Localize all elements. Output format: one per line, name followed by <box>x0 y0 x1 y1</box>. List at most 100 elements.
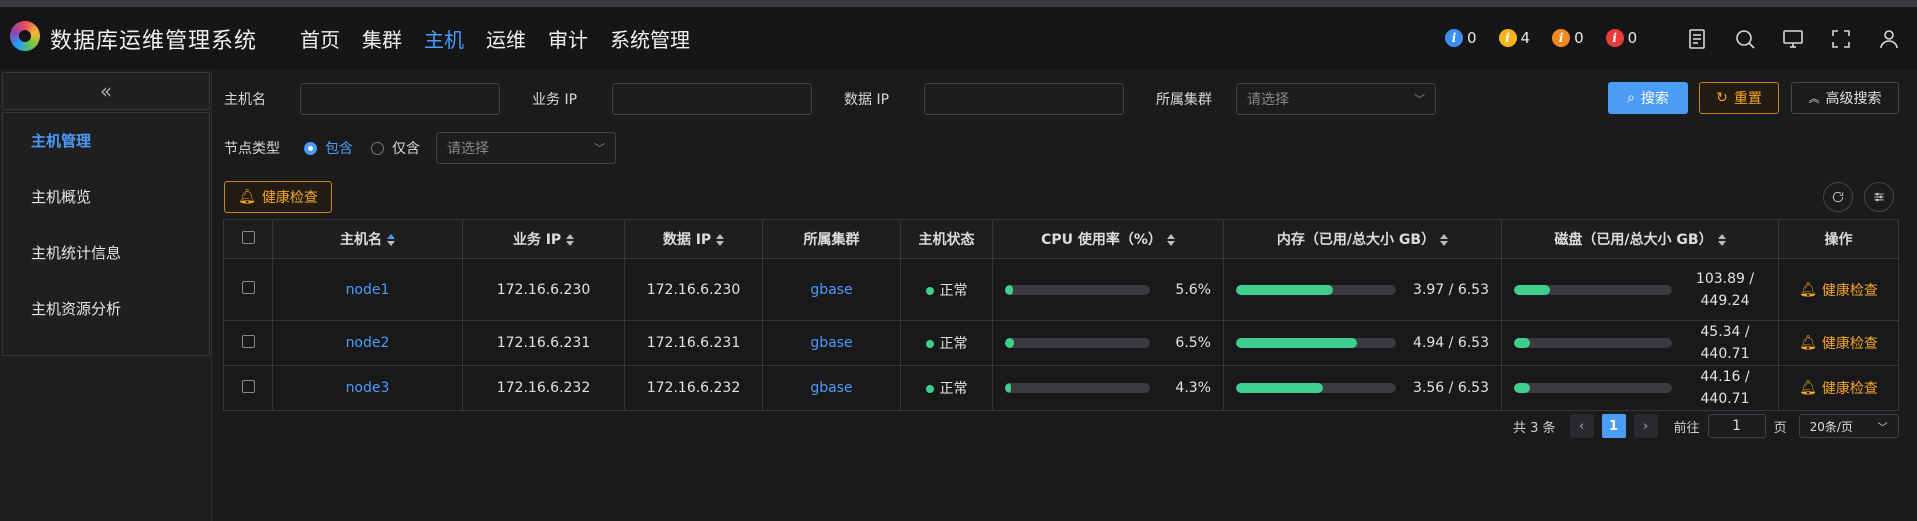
disk-progress-fill <box>1514 338 1531 348</box>
nav-home[interactable]: 首页 <box>300 24 340 53</box>
page-size-select[interactable]: 20条/页 ﹀ <box>1798 414 1899 438</box>
page-1-button[interactable]: 1 <box>1601 414 1626 438</box>
host-name-link[interactable]: node1 <box>346 282 390 298</box>
memory-progress-bar <box>1236 284 1396 295</box>
sidebar-item-resource-analysis[interactable]: 主机资源分析 <box>3 281 209 337</box>
sidebar-collapse-button[interactable]: « <box>2 72 210 110</box>
cpu-progress-fill <box>1005 338 1015 348</box>
memory-progress-fill <box>1236 284 1334 295</box>
col-data-ip[interactable]: 数据 IP <box>624 219 763 259</box>
sidebar-item-host-overview[interactable]: 主机概览 <box>3 169 209 225</box>
prev-page-button[interactable]: ‹ <box>1569 414 1594 438</box>
reset-button[interactable]: ↻ 重置 <box>1699 82 1779 114</box>
fullscreen-icon[interactable] <box>1829 27 1853 51</box>
col-actions: 操作 <box>1778 219 1899 259</box>
sidebar-item-host-statistics[interactable]: 主机统计信息 <box>3 225 209 281</box>
host-name-label: 主机名 <box>224 92 266 108</box>
cluster-link[interactable]: gbase <box>810 380 852 396</box>
alert-serious[interactable]: i0 <box>1552 29 1584 47</box>
refresh-table-button[interactable] <box>1823 182 1853 212</box>
app-header: 数据库运维管理系统 首页 集群 主机 运维 审计 系统管理 i0 i4 i0 i… <box>0 7 1917 70</box>
next-page-button[interactable]: › <box>1633 414 1658 438</box>
status-dot <box>925 340 934 348</box>
status-text: 正常 <box>939 381 968 397</box>
col-cpu[interactable]: CPU 使用率（%） <box>992 219 1224 259</box>
radio-only[interactable] <box>371 141 384 155</box>
serious-icon: i <box>1552 29 1571 47</box>
col-biz-ip[interactable]: 业务 IP <box>462 219 625 259</box>
window-top-strip <box>0 0 1917 7</box>
row-health-check-button[interactable]: 🔔︎ 健康检查 <box>1799 280 1878 300</box>
nav-cluster[interactable]: 集群 <box>362 24 402 53</box>
biz-ip-input[interactable] <box>612 83 812 115</box>
col-disk[interactable]: 磁盘（已用/总大小 GB） <box>1501 219 1779 259</box>
search-icon: ⌕ <box>1627 90 1635 106</box>
row-checkbox[interactable] <box>241 334 255 348</box>
row-checkbox[interactable] <box>241 281 255 294</box>
chevron-down-icon: ﹀ <box>1414 93 1425 106</box>
disk-progress-fill <box>1514 383 1530 393</box>
host-table: 主机名 业务 IP 数据 IP 所属集群 主机状态 CPU 使用率（%） 内存（… <box>223 219 1899 411</box>
sort-icon <box>1166 234 1175 246</box>
sidebar: « 主机管理 主机概览 主机统计信息 主机资源分析 <box>0 70 212 521</box>
advanced-search-button[interactable]: ︽ 高级搜索 <box>1791 82 1899 114</box>
memory-value: 4.94 / 6.53 <box>1413 335 1489 351</box>
alert-info[interactable]: i0 <box>1445 29 1477 47</box>
search-button[interactable]: ⌕ 搜索 <box>1608 82 1688 114</box>
document-icon[interactable] <box>1685 27 1709 51</box>
row-health-check-button[interactable]: 🔔︎ 健康检查 <box>1799 333 1878 353</box>
chevrons-up-icon: ︽ <box>1808 92 1820 105</box>
row-checkbox[interactable] <box>241 379 255 393</box>
alert-critical[interactable]: i0 <box>1605 29 1637 47</box>
radio-include[interactable] <box>304 141 317 155</box>
table-row: node3 172.16.6.232 172.16.6.232 gbase 正常 4.3%… <box>223 365 1899 411</box>
alert-warning[interactable]: i4 <box>1498 29 1530 47</box>
status-dot <box>925 385 934 393</box>
cluster-select[interactable]: 请选择 ﹀ <box>1236 83 1436 115</box>
nav-audit[interactable]: 审计 <box>548 24 588 53</box>
sort-icon <box>1440 234 1449 246</box>
table-row: node1 172.16.6.230 172.16.6.230 gbase 正常 5.6%… <box>223 258 1899 321</box>
radio-only-label[interactable]: 仅含 <box>392 138 420 158</box>
node-type-select[interactable]: 请选择 ﹀ <box>436 132 616 164</box>
pagination: 共 3 条 ‹ 1 › 前往 1 页 20条/页 ﹀ <box>1513 414 1899 438</box>
total-count: 共 3 条 <box>1513 420 1556 436</box>
user-icon[interactable] <box>1877 27 1901 51</box>
health-check-button[interactable]: 🔔︎ 健康检查 <box>224 181 332 213</box>
bell-icon: 🔔︎ <box>238 189 256 205</box>
col-cluster: 所属集群 <box>762 219 901 259</box>
host-name-link[interactable]: node2 <box>346 335 390 351</box>
search-icon[interactable] <box>1733 27 1757 51</box>
status-text: 正常 <box>939 282 968 299</box>
chevron-down-icon: ﹀ <box>594 142 605 155</box>
sidebar-item-host-management[interactable]: 主机管理 <box>3 113 209 169</box>
bell-icon: 🔔︎ <box>1799 380 1817 396</box>
nav-ops[interactable]: 运维 <box>486 24 526 53</box>
col-host[interactable]: 主机名 <box>272 219 463 259</box>
cluster-link[interactable]: gbase <box>810 335 852 351</box>
page-unit: 页 <box>1773 420 1787 436</box>
memory-progress-fill <box>1236 338 1358 348</box>
host-name-input[interactable] <box>300 83 500 115</box>
memory-value: 3.97 / 6.53 <box>1413 281 1489 298</box>
nav-system[interactable]: 系统管理 <box>610 24 690 53</box>
nav-host[interactable]: 主机 <box>424 24 464 53</box>
monitor-icon[interactable] <box>1781 27 1805 51</box>
biz-ip-cell: 172.16.6.231 <box>462 320 625 366</box>
select-all-checkbox[interactable] <box>241 230 255 244</box>
goto-page-input[interactable]: 1 <box>1707 414 1766 438</box>
disk-progress-bar <box>1514 383 1672 393</box>
data-ip-cell: 172.16.6.230 <box>624 258 763 321</box>
col-memory[interactable]: 内存（已用/总大小 GB） <box>1223 219 1502 259</box>
column-settings-button[interactable] <box>1864 182 1894 212</box>
disk-value: 45.34 / 440.71 <box>1700 324 1750 362</box>
row-health-check-button[interactable]: 🔔︎ 健康检查 <box>1799 378 1878 398</box>
cluster-link[interactable]: gbase <box>810 282 852 298</box>
sort-icon <box>387 234 395 246</box>
radio-include-label[interactable]: 包含 <box>325 138 353 158</box>
data-ip-input[interactable] <box>924 83 1124 115</box>
host-name-link[interactable]: node3 <box>346 380 390 396</box>
cpu-progress-fill <box>1005 383 1012 393</box>
disk-progress-fill <box>1514 284 1551 295</box>
cpu-value: 4.3% <box>1175 380 1211 396</box>
